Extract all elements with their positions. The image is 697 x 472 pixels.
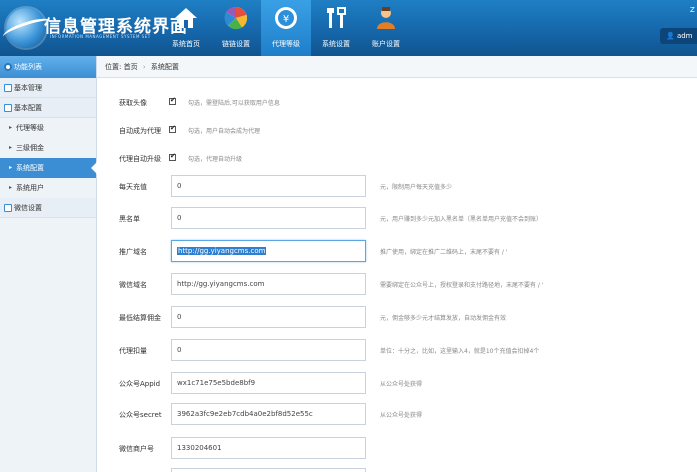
breadcrumb-home[interactable]: 首页 — [124, 63, 138, 71]
field-hint: 勾选，用户自动会成为代理 — [188, 128, 261, 135]
logo: 信息管理系统界面 INFORMATION MANAGEMENT SYSTEM S… — [1, 4, 187, 52]
sidebar-group-label: 微信设置 — [14, 204, 42, 212]
config-form: 获取头像 勾选，需登陆后,可以获取用户信息 自动成为代理 勾选，用户自动会成为代… — [97, 78, 697, 472]
sidebar-group-label: 基本管理 — [14, 84, 42, 92]
sidebar-item-agent-level[interactable]: ▸ 代理等级 — [0, 118, 96, 138]
field-label: 微信商户号 — [119, 445, 154, 453]
nav-link-settings[interactable]: 链链设置 — [211, 0, 261, 56]
top-header: 信息管理系统界面 INFORMATION MANAGEMENT SYSTEM S… — [0, 0, 697, 56]
user-menu[interactable]: 👤 adm — [660, 28, 697, 44]
field-hint: 推广使用，绑定在推广二维码上，末尾不要有 / ' — [380, 249, 508, 256]
appid-input[interactable]: wx1c71e75e5bde8bf9 — [171, 372, 366, 394]
field-hint: 从公众号处获得 — [380, 381, 423, 388]
blacklist-input[interactable]: 0 — [171, 207, 366, 229]
sidebar-item-system-config[interactable]: ▸ 系统配置 — [0, 158, 97, 178]
field-hint: 勾选，需登陆后,可以获取用户信息 — [188, 100, 280, 107]
secret-input[interactable]: 3962a3fc9e2eb7cdb4a0e2bf8d52e55c — [171, 403, 366, 425]
field-label: 黑名单 — [119, 215, 140, 223]
next-input[interactable] — [171, 468, 366, 472]
nav-home[interactable]: 系统首页 — [161, 0, 211, 56]
sidebar-item-label: 代理等级 — [16, 124, 44, 132]
sidebar-item-commission[interactable]: ▸ 三级佣金 — [0, 138, 96, 158]
folder-icon — [4, 204, 12, 212]
user-icon — [377, 7, 395, 29]
promo-domain-input[interactable]: http://gg.yiyangcms.com — [171, 240, 366, 262]
header-corner-text: Z — [690, 6, 695, 14]
agent-deduction-input[interactable]: 0 — [171, 339, 366, 361]
tools-icon — [327, 7, 346, 28]
svg-text:¥: ¥ — [283, 14, 289, 25]
field-label: 微信域名 — [119, 281, 147, 289]
nav-agent-level-label: 代理等级 — [272, 40, 300, 48]
wechat-domain-input[interactable]: http://gg.yiyangcms.com — [171, 273, 366, 295]
sidebar-heading: 功能列表 — [0, 56, 96, 78]
triangle-right-icon: ▸ — [9, 184, 13, 191]
field-label: 代理扣量 — [119, 347, 147, 355]
field-label: 推广域名 — [119, 248, 147, 256]
color-wheel-icon — [224, 6, 248, 30]
sidebar: 功能列表 基本管理 基本配置 ▸ 代理等级 ▸ 三级佣金 ▸ 系统配置 ▸ 系统… — [0, 56, 97, 472]
triangle-right-icon: ▸ — [9, 164, 13, 171]
field-label: 每天充值 — [119, 183, 147, 191]
triangle-right-icon: ▸ — [9, 124, 13, 131]
breadcrumb-current: 系统配置 — [150, 63, 179, 71]
field-hint: 单位：十分之，比如，这里输入4，就是10个充值会扣掉4个 — [380, 348, 540, 355]
daily-recharge-input[interactable]: 0 — [171, 175, 366, 197]
sidebar-group-wechat-settings[interactable]: 微信设置 — [0, 198, 96, 218]
field-hint: 需要绑定在公众号上，授权登录和支付路径地，末尾不要有 / ' — [380, 282, 544, 289]
field-hint: 元，限制用户每天充值多少 — [380, 184, 453, 191]
agent-shield-icon: ¥ — [275, 7, 297, 29]
field-hint: 从公众号处获得 — [380, 412, 423, 419]
user-small-icon: 👤 — [666, 32, 675, 40]
merchant-id-input[interactable]: 1330204601 — [171, 437, 366, 459]
field-hint: 元，佣金够多少元才结算发放，自动发佣金有效 — [380, 315, 507, 322]
nav-system-settings-label: 系统设置 — [322, 40, 350, 48]
sidebar-heading-label: 功能列表 — [14, 63, 42, 71]
auto-agent-checkbox[interactable] — [169, 124, 176, 133]
sidebar-item-label: 三级佣金 — [16, 144, 44, 152]
field-label: 获取头像 — [119, 99, 147, 107]
selected-text: http://gg.yiyangcms.com — [177, 247, 267, 255]
sidebar-item-label: 系统配置 — [16, 164, 44, 172]
auto-upgrade-checkbox[interactable] — [169, 152, 176, 161]
min-commission-input[interactable]: 0 — [171, 306, 366, 328]
breadcrumb-separator: › — [142, 63, 146, 71]
field-label: 公众号Appid — [119, 380, 161, 388]
app-subtitle: INFORMATION MANAGEMENT SYSTEM SET — [50, 34, 151, 39]
sidebar-group-basic-config[interactable]: 基本配置 — [0, 98, 96, 118]
field-label: 自动成为代理 — [119, 127, 161, 135]
function-list-icon — [4, 63, 12, 71]
house-icon — [175, 8, 197, 28]
sidebar-group-basic-management[interactable]: 基本管理 — [0, 78, 96, 98]
sidebar-group-label: 基本配置 — [14, 104, 42, 112]
nav-link-settings-label: 链链设置 — [222, 40, 250, 48]
nav-system-settings[interactable]: 系统设置 — [311, 0, 361, 56]
field-hint: 勾选，代理自动升级 — [188, 156, 243, 163]
sidebar-item-system-users[interactable]: ▸ 系统用户 — [0, 178, 96, 198]
triangle-right-icon: ▸ — [9, 144, 13, 151]
user-name: adm — [676, 32, 693, 40]
field-label: 公众号secret — [119, 411, 162, 419]
field-hint: 元，用户赚到多少元加入黑名单（黑名单用户充值不会到账） — [380, 216, 543, 223]
folder-icon — [4, 84, 12, 92]
avatar-checkbox[interactable] — [169, 96, 176, 105]
breadcrumb-prefix: 位置: — [105, 63, 122, 71]
sidebar-item-label: 系统用户 — [16, 184, 44, 192]
field-label: 代理自动升级 — [119, 155, 161, 163]
folder-icon — [4, 104, 12, 112]
nav-home-label: 系统首页 — [172, 40, 200, 48]
nav-account-settings[interactable]: 账户设置 — [361, 0, 411, 56]
field-label: 最低结算佣金 — [119, 314, 161, 322]
nav-agent-level[interactable]: ¥ 代理等级 — [261, 0, 311, 56]
nav-account-settings-label: 账户设置 — [372, 40, 400, 48]
breadcrumb: 位置: 首页 › 系统配置 — [97, 56, 697, 78]
